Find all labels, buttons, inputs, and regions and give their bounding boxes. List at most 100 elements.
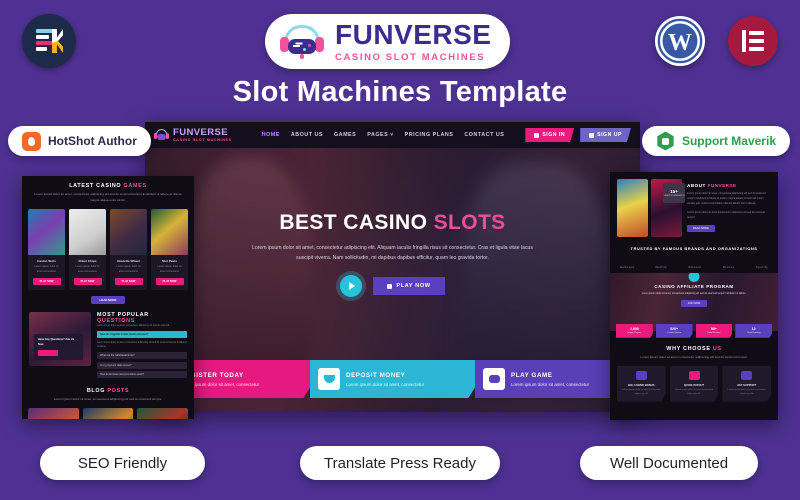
hero-content: BEST CASINO SLOTS Lorem ipsum dolor sit … [145,148,640,360]
why-card-desc: Lorem ipsum dolor sit amet consectetur a… [727,388,766,395]
about-read-more-button[interactable]: READ MORE [687,225,715,233]
nav-item-about-us[interactable]: ABOUT US [291,132,323,138]
game-card[interactable]: Poker Chips Lorem ipsum dolor sit amet c… [69,208,106,291]
navbar-actions: SIGN IN SIGN UP [525,128,631,142]
navbar-logo[interactable]: FUNVERSE CASINO SLOT MACHINES [154,128,232,143]
wordpress-icon: W [655,16,705,66]
game-play-button[interactable]: PLAY NOW [73,278,102,286]
why-title: WHY CHOOSE US [666,345,722,352]
feature-title: DEPOSIT MONEY [346,371,406,379]
hotshot-author-label: HotShot Author [48,134,137,148]
nav-item-games[interactable]: GAMES [334,132,356,138]
blog-card[interactable]: Lorem ipsum dolor sit amet consectetur L… [137,407,189,419]
elementor-icon [728,16,778,66]
game-play-button[interactable]: PLAY NOW [32,278,61,286]
faq-item[interactable]: How do I register a new casino account? [97,331,187,339]
hexagon-icon [657,131,674,151]
experience-number: 15+ [670,189,678,194]
sign-in-button[interactable]: SIGN IN [525,128,575,142]
fire-icon [22,131,41,151]
sign-in-label: SIGN IN [542,132,566,138]
play-now-button[interactable]: PLAY NOW [373,277,445,296]
game-desc: Lorem ipsum dolor sit amet consectetur [116,264,141,273]
game-card[interactable]: Roulette Wheel Lorem ipsum dolor sit ame… [110,208,147,291]
faq-item[interactable]: What are the withdrawal limits? [97,352,187,360]
feature-title: PLAY GAME [511,371,553,379]
faq-section: Have Any Questions? Ask Us Now MOST POPU… [22,304,194,380]
why-card-desc: Lorem ipsum dolor sit amet consectetur a… [674,388,714,395]
sign-up-button[interactable]: SIGN UP [580,128,631,142]
lock-icon [534,132,540,138]
stat-number: 2,850 [629,327,639,332]
nav-item-pricing-plans[interactable]: PRICING PLANS [405,132,454,138]
affiliate-desc: Lorem ipsum dolor sit amet, consectetur … [641,291,747,295]
stat-label: Happy Players [627,332,642,335]
right-page-preview: 15+ YEARS EXPERIENCE ABOUT FUNVERSE Lore… [610,172,778,420]
game-thumbnail [151,208,188,255]
gamepad-icon [483,368,505,390]
experience-label: YEARS EXPERIENCE [663,195,685,197]
why-card-title: QUICK PAYOUT [683,383,705,387]
svg-text:W: W [668,30,692,56]
headset-icon [741,370,753,380]
hero-feature-cards: REGISTER TODAY Lorem ipsum dolor sit ame… [145,360,640,412]
ek-logo-badge [22,14,76,68]
blog-thumbnail [28,407,79,419]
navbar-brand-name: FUNVERSE [173,126,228,138]
faq-item[interactable]: How do bonuses and promotions work? [97,371,187,379]
brand-logo: Disney [722,264,735,269]
blog-section-title: BLOG POSTS [86,387,130,394]
logo-name: FUNVERSE [335,18,492,50]
person-icon [589,132,595,138]
blog-card[interactable]: Lorem ipsum dolor sit amet consectetur L… [28,407,79,419]
faq-list: MOST POPULAR QUESTIONS Lorem ipsum dolor… [97,312,187,380]
navbar-menu: HOME ABOUT US GAMES PAGES ˅ PRICING PLANS… [262,132,505,138]
stat-label: Casino Games [667,332,681,335]
games-section-header: LATEST CASINO GAMES Lorem ipsum dolor si… [22,176,194,209]
site-navbar: FUNVERSE CASINO SLOT MACHINES HOME ABOUT… [145,122,640,148]
game-desc: Lorem ipsum dolor sit amet consectetur [75,264,100,273]
game-thumbnail [69,208,106,255]
game-play-button[interactable]: PLAY NOW [114,278,143,286]
faq-item[interactable]: Is my payment data secure? [97,361,187,369]
faq-desc: Lorem ipsum dolor sit amet, consectetur … [97,325,170,328]
faq-image: Have Any Questions? Ask Us Now [29,312,91,367]
about-paragraph-2: Lorem ipsum dolor sit amet consectetur a… [687,210,765,219]
game-desc: Lorem ipsum dolor sit amet consectetur [34,264,59,273]
why-card[interactable]: QUICK PAYOUT Lorem ipsum dolor sit amet … [669,365,719,402]
stat-number: 520+ [670,327,679,332]
game-play-button[interactable]: PLAY NOW [155,278,184,286]
why-desc: Lorem ipsum dolor sit amet consectetur a… [640,354,748,359]
why-choose-section: WHY CHOOSE US Lorem ipsum dolor sit amet… [610,338,778,402]
nav-item-pages[interactable]: PAGES ˅ [367,132,393,138]
gamepad-headphones-icon [279,23,325,61]
play-icon[interactable] [340,275,363,298]
affiliate-section: CASINO AFFILIATE PROGRAM Lorem ipsum dol… [610,272,778,331]
game-name: Casino Slots [37,258,56,263]
game-card[interactable]: Casino Slots Lorem ipsum dolor sit amet … [28,208,65,291]
load-more-button[interactable]: LOAD MORE [91,296,125,305]
why-card[interactable]: BIG CASINO BONUS Lorem ipsum dolor sit a… [617,365,666,402]
gamepad-headphones-icon [154,128,169,142]
game-card[interactable]: Slot Reels Lorem ipsum dolor sit amet co… [151,208,188,291]
blog-card[interactable]: Lorem ipsum dolor sit amet consectetur L… [82,407,134,419]
why-card-title: 24/7 SUPPORT [737,383,757,387]
stat-box: 98+ Daily Winners [695,323,733,338]
game-name: Poker Chips [78,258,97,263]
nav-item-contact-us[interactable]: CONTACT US [464,132,504,138]
hero-page-preview: FUNVERSE CASINO SLOT MACHINES HOME ABOUT… [145,122,640,412]
wordpress-glyph: W [657,18,703,64]
brand-logo: Spotify [755,264,768,269]
support-maverik-badge: Support Maverik [641,126,790,156]
blog-thumbnail [82,407,134,419]
why-card[interactable]: 24/7 SUPPORT Lorem ipsum dolor sit amet … [722,365,772,402]
feature-desc: Lorem ipsum dolor sit amet, consectetur [346,381,425,387]
affiliate-title: CASINO AFFILIATE PROGRAM [654,283,734,289]
nav-item-home[interactable]: HOME [262,132,280,138]
feature-card-deposit[interactable]: DEPOSIT MONEY Lorem ipsum dolor sit amet… [310,360,475,398]
faq-contact-button[interactable] [38,350,58,357]
brand-logo: Hubspot [620,264,635,269]
affiliate-join-button[interactable]: JOIN NOW [681,300,707,308]
ek-logo-icon [36,29,63,53]
about-section: 15+ YEARS EXPERIENCE ABOUT FUNVERSE Lore… [610,172,778,237]
